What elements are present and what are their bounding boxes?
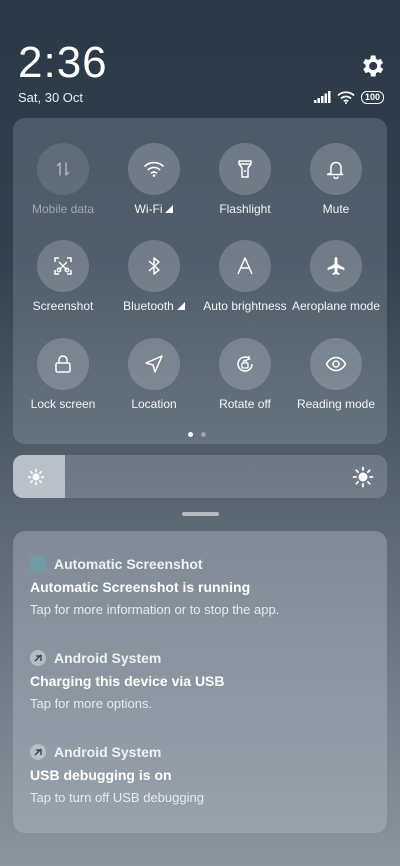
tile-circle[interactable] <box>128 143 180 195</box>
battery-icon: 100 <box>360 90 384 104</box>
notification-item[interactable]: Android System USB debugging is on Tap t… <box>30 743 375 829</box>
tile-reading-mode[interactable]: Reading mode <box>289 338 383 428</box>
notification-app-name: Android System <box>54 744 162 760</box>
notification-text: Tap for more information or to stop the … <box>30 602 280 617</box>
notification-item[interactable]: Automatic Screenshot Automatic Screensho… <box>30 555 375 641</box>
tile-circle[interactable] <box>37 338 89 390</box>
auto-brightness-icon <box>237 257 253 275</box>
tile-wifi[interactable]: Wi-Fi <box>107 143 201 233</box>
notification-item[interactable]: Android System Charging this device via … <box>30 649 375 735</box>
tile-circle[interactable] <box>128 240 180 292</box>
tile-circle[interactable] <box>128 338 180 390</box>
tile-circle[interactable] <box>37 143 89 195</box>
brightness-slider[interactable] <box>13 455 387 498</box>
lock-icon <box>55 355 71 373</box>
tile-circle[interactable] <box>310 143 362 195</box>
page-dot <box>201 432 206 437</box>
notification-app-name: Automatic Screenshot <box>54 556 203 572</box>
tile-label: Aeroplane mode <box>291 299 381 313</box>
expand-triangle-icon <box>165 205 174 213</box>
location-icon <box>145 355 163 373</box>
notification-title: Automatic Screenshot is running <box>30 579 251 595</box>
notification-app: Automatic Screenshot <box>30 555 203 573</box>
tile-circle[interactable] <box>219 143 271 195</box>
tile-auto-brightness[interactable]: Auto brightness <box>198 240 292 330</box>
mobile-data-icon <box>56 162 70 176</box>
quick-settings-panel: Mobile data Wi-Fi Flashlight Mute Screen… <box>13 118 387 444</box>
eye-icon <box>325 356 347 372</box>
tile-circle[interactable] <box>310 240 362 292</box>
status-header: 2:36 Sat, 30 Oct 100 <box>0 0 400 112</box>
brightness-low-icon <box>27 468 45 486</box>
bell-icon <box>327 161 344 179</box>
screenshot-icon <box>54 257 72 275</box>
notification-app: Android System <box>30 649 161 667</box>
tile-flashlight[interactable]: Flashlight <box>198 143 292 233</box>
rotate-lock-icon <box>237 355 253 372</box>
flashlight-icon <box>238 160 252 178</box>
notification-title: Charging this device via USB <box>30 673 225 689</box>
signal-icon <box>313 91 331 103</box>
gear-icon[interactable] <box>358 52 386 80</box>
android-system-icon <box>30 650 46 666</box>
notification-app: Android System <box>30 743 161 761</box>
system-icons: 100 <box>313 89 384 105</box>
notification-panel: Automatic Screenshot Automatic Screensho… <box>13 531 387 833</box>
tile-rotate-off[interactable]: Rotate off <box>198 338 292 428</box>
clock[interactable]: 2:36 <box>18 38 108 88</box>
page-indicator <box>188 432 206 437</box>
wifi-icon <box>143 161 165 177</box>
drawer-handle[interactable] <box>182 512 219 516</box>
tile-screenshot[interactable]: Screenshot <box>16 240 110 330</box>
airplane-icon <box>327 257 345 275</box>
tile-mobile-data[interactable]: Mobile data <box>16 143 110 233</box>
tile-location[interactable]: Location <box>107 338 201 428</box>
tile-label: Reading mode <box>296 397 376 411</box>
tile-label-text: Wi-Fi <box>134 202 163 216</box>
brightness-high-icon <box>352 466 374 488</box>
tile-circle[interactable] <box>310 338 362 390</box>
date[interactable]: Sat, 30 Oct <box>18 90 83 105</box>
tile-mute[interactable]: Mute <box>289 143 383 233</box>
expand-triangle-icon <box>176 302 185 310</box>
notification-app-name: Android System <box>54 650 162 666</box>
notification-title: USB debugging is on <box>30 767 172 783</box>
tile-lock-screen[interactable]: Lock screen <box>16 338 110 428</box>
tile-circle[interactable] <box>37 240 89 292</box>
tile-bluetooth[interactable]: Bluetooth <box>107 240 201 330</box>
tile-label: Mute <box>322 202 350 216</box>
tile-circle[interactable] <box>219 240 271 292</box>
notification-text: Tap for more options. <box>30 696 153 711</box>
tile-circle[interactable] <box>219 338 271 390</box>
notification-text: Tap to turn off USB debugging <box>30 790 204 805</box>
wifi-icon <box>337 90 355 104</box>
tile-aeroplane-mode[interactable]: Aeroplane mode <box>289 240 383 330</box>
page-dot-active <box>188 432 193 437</box>
app-square-icon <box>30 556 46 572</box>
tile-label-text: Bluetooth <box>123 299 174 313</box>
android-system-icon <box>30 744 46 760</box>
bluetooth-icon <box>148 257 160 275</box>
